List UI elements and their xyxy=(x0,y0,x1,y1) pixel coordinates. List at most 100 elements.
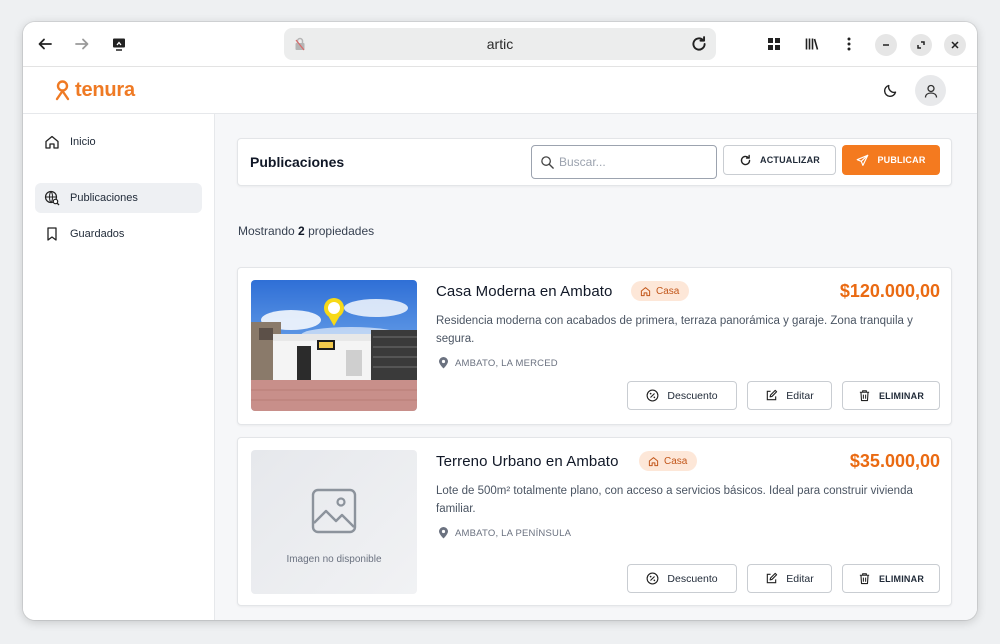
sidebar-item-guardados[interactable]: Guardados xyxy=(35,219,202,249)
listing-actions: Descuento Editar ELIMINAR xyxy=(627,381,940,410)
user-avatar-button[interactable] xyxy=(915,75,946,106)
app-header: tenura xyxy=(23,67,977,114)
listing-price: $120.000,00 xyxy=(839,281,940,301)
image-icon xyxy=(311,488,357,533)
results-prefix: Mostrando xyxy=(238,224,295,238)
arrow-left-icon xyxy=(38,38,52,50)
kebab-menu-icon xyxy=(847,37,851,51)
edit-label: Editar xyxy=(786,389,814,402)
sidebar-item-label: Inicio xyxy=(70,136,96,148)
location-text: AMBATO, LA PENÍNSULA xyxy=(455,527,572,539)
image-unavailable-text: Imagen no disponible xyxy=(286,553,382,565)
listing-card[interactable]: Casa Moderna en Ambato Casa $120.000,00 … xyxy=(237,267,952,425)
sidebar-item-label: Guardados xyxy=(70,228,125,240)
arrow-right-icon xyxy=(75,38,89,50)
reload-icon[interactable] xyxy=(690,35,708,53)
browser-window: artic tenura Inicio Publicaciones Guarda… xyxy=(23,22,977,620)
trash-icon xyxy=(859,390,870,402)
publish-label: PUBLICAR xyxy=(877,155,926,165)
location-person-icon xyxy=(55,80,70,101)
refresh-label: ACTUALIZAR xyxy=(760,155,820,165)
sidebar-item-inicio[interactable]: Inicio xyxy=(35,127,202,157)
type-badge-label: Casa xyxy=(656,285,680,297)
discount-icon xyxy=(646,389,659,402)
listing-image-placeholder: Imagen no disponible xyxy=(251,450,417,594)
location-text: AMBATO, LA MERCED xyxy=(455,357,558,369)
address-bar[interactable]: artic xyxy=(284,28,716,60)
send-icon xyxy=(857,154,869,166)
edit-icon xyxy=(767,389,778,401)
listing-location: AMBATO, LA MERCED xyxy=(438,357,558,369)
edit-button[interactable]: Editar xyxy=(747,381,832,410)
refresh-button[interactable]: ACTUALIZAR xyxy=(723,145,836,175)
page-title: Publicaciones xyxy=(250,154,345,170)
type-badge: Casa xyxy=(631,281,690,301)
listing-card[interactable]: Imagen no disponible Terreno Urbano en A… xyxy=(237,437,952,606)
minimize-button[interactable] xyxy=(875,34,897,56)
listing-description: Residencia moderna con acabados de prime… xyxy=(436,315,913,345)
house-icon xyxy=(640,286,651,296)
edit-icon xyxy=(767,572,778,584)
moon-icon xyxy=(883,84,897,98)
type-badge-label: Casa xyxy=(664,455,688,467)
listing-actions: Descuento Editar ELIMINAR xyxy=(627,564,940,593)
trash-icon xyxy=(859,573,870,585)
screen-icon xyxy=(113,38,125,51)
library-icon xyxy=(805,38,819,50)
discount-button[interactable]: Descuento xyxy=(627,564,737,593)
minimize-icon xyxy=(883,44,889,46)
discount-label: Descuento xyxy=(667,389,718,402)
main-content: Publicaciones ACTUALIZAR PUBLICAR Mostra… xyxy=(215,114,977,620)
search-box xyxy=(531,145,717,179)
globe-search-icon xyxy=(44,190,60,206)
user-icon xyxy=(924,84,937,98)
delete-button[interactable]: ELIMINAR xyxy=(842,381,940,410)
type-badge: Casa xyxy=(639,451,698,471)
results-number: 2 xyxy=(298,224,305,238)
close-button[interactable] xyxy=(944,34,966,56)
house-icon xyxy=(648,456,659,466)
discount-label: Descuento xyxy=(667,572,718,585)
edit-button[interactable]: Editar xyxy=(747,564,832,593)
close-icon xyxy=(951,41,959,49)
screen-share-button[interactable] xyxy=(107,32,131,56)
sidebar-item-publicaciones[interactable]: Publicaciones xyxy=(35,183,202,213)
library-button[interactable] xyxy=(800,32,824,56)
results-count: Mostrando 2 propiedades xyxy=(238,224,374,238)
listing-title[interactable]: Terreno Urbano en Ambato xyxy=(436,453,619,470)
url-text: artic xyxy=(486,36,514,52)
listing-location: AMBATO, LA PENÍNSULA xyxy=(438,527,571,539)
delete-label: ELIMINAR xyxy=(878,390,925,401)
home-icon xyxy=(45,135,59,149)
results-suffix: propiedades xyxy=(308,224,375,238)
maximize-button[interactable] xyxy=(910,34,932,56)
brand-name: tenura xyxy=(75,79,135,101)
publish-button[interactable]: PUBLICAR xyxy=(842,145,940,175)
bookmark-icon xyxy=(47,227,57,241)
apps-button[interactable] xyxy=(762,32,786,56)
delete-label: ELIMINAR xyxy=(878,573,925,584)
brand-logo[interactable]: tenura xyxy=(54,79,135,102)
theme-toggle-button[interactable] xyxy=(880,79,902,101)
search-input[interactable] xyxy=(559,151,709,173)
map-pin-icon xyxy=(439,527,448,539)
house-photo xyxy=(251,280,417,411)
listing-description: Lote de 500m² totalmente plano, con acce… xyxy=(436,485,913,515)
browser-toolbar: artic xyxy=(23,22,977,67)
forward-button[interactable] xyxy=(70,32,94,56)
listing-title[interactable]: Casa Moderna en Ambato xyxy=(436,283,612,300)
grid-icon xyxy=(768,38,780,50)
delete-button[interactable]: ELIMINAR xyxy=(842,564,940,593)
menu-button[interactable] xyxy=(837,32,861,56)
map-pin-icon xyxy=(439,357,448,369)
discount-icon xyxy=(646,572,659,585)
sidebar: Inicio Publicaciones Guardados xyxy=(23,114,215,620)
back-button[interactable] xyxy=(33,32,57,56)
listing-price: $35.000,00 xyxy=(849,451,940,471)
discount-button[interactable]: Descuento xyxy=(627,381,737,410)
search-icon xyxy=(541,156,554,169)
listing-image[interactable] xyxy=(251,280,417,411)
publications-toolbar: Publicaciones ACTUALIZAR PUBLICAR xyxy=(237,138,952,186)
refresh-icon xyxy=(740,154,751,165)
restore-icon xyxy=(917,41,925,49)
